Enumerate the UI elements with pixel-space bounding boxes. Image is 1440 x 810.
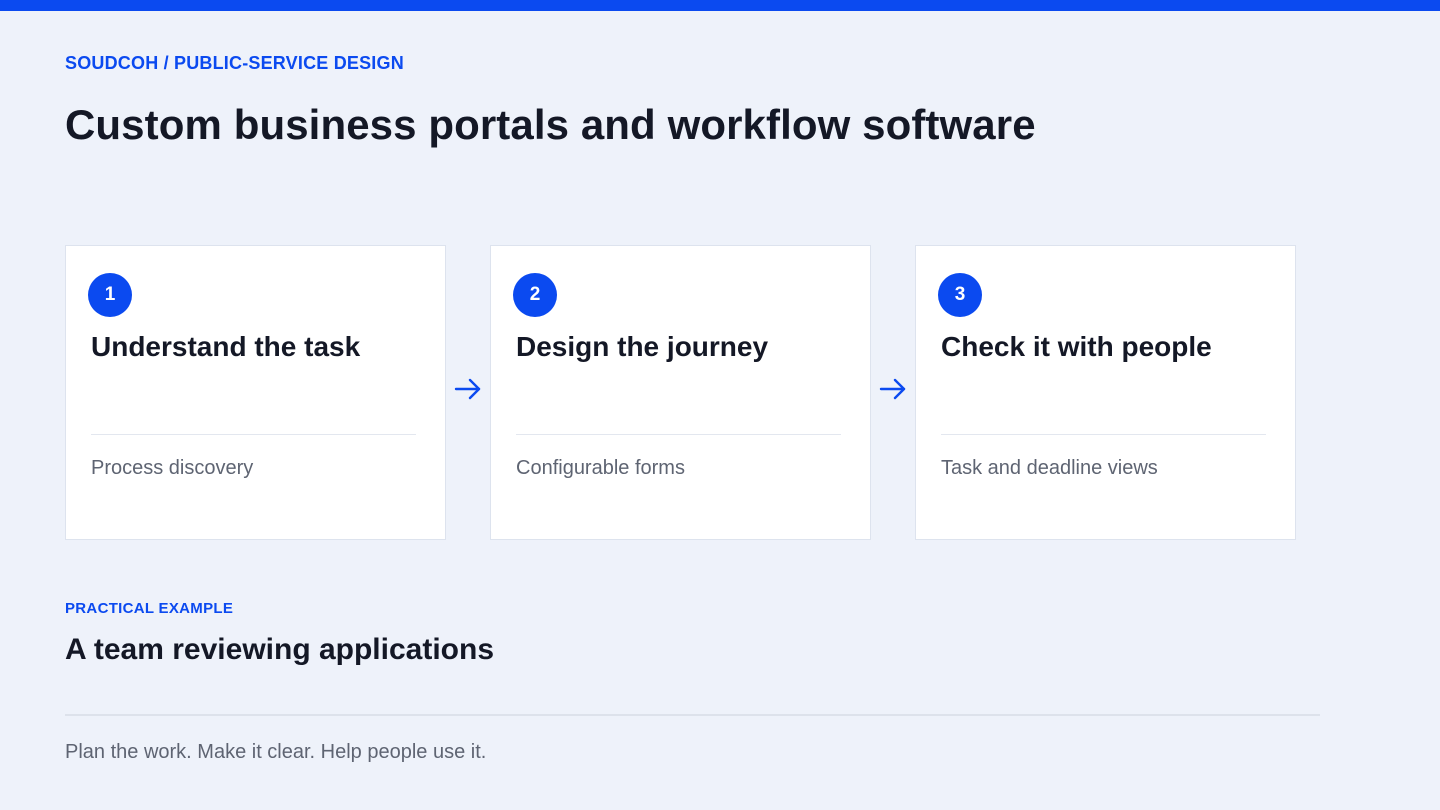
step-title: Design the journey — [516, 331, 769, 362]
step-subtitle: Configurable forms — [516, 457, 685, 479]
footer-tagline: Plan the work. Make it clear. Help peopl… — [65, 741, 487, 763]
step-number-badge: 2 — [513, 273, 557, 317]
step-number-badge: 3 — [938, 273, 982, 317]
footer-divider — [65, 714, 1320, 716]
step-card-1: 1 Understand the task Process discovery — [65, 245, 446, 540]
example-eyebrow: PRACTICAL EXAMPLE — [65, 600, 234, 617]
arrow-right-icon — [878, 376, 908, 402]
step-subtitle: Process discovery — [91, 457, 254, 479]
example-title: A team reviewing applications — [65, 633, 495, 666]
step-title: Understand the task — [91, 331, 361, 362]
step-title: Check it with people — [941, 331, 1212, 362]
step-card-3: 3 Check it with people Task and deadline… — [915, 245, 1296, 540]
step-divider — [516, 434, 841, 435]
top-accent-bar — [0, 0, 1440, 11]
arrow-right-icon — [453, 376, 483, 402]
step-divider — [91, 434, 416, 435]
step-number-badge: 1 — [88, 273, 132, 317]
page-title: Custom business portals and workflow sof… — [65, 101, 1036, 148]
step-subtitle: Task and deadline views — [941, 457, 1158, 479]
step-divider — [941, 434, 1266, 435]
breadcrumb: SOUDCOH / PUBLIC-SERVICE DESIGN — [65, 53, 404, 73]
process-steps: 1 Understand the task Process discovery … — [65, 245, 1296, 540]
step-card-2: 2 Design the journey Configurable forms — [490, 245, 871, 540]
